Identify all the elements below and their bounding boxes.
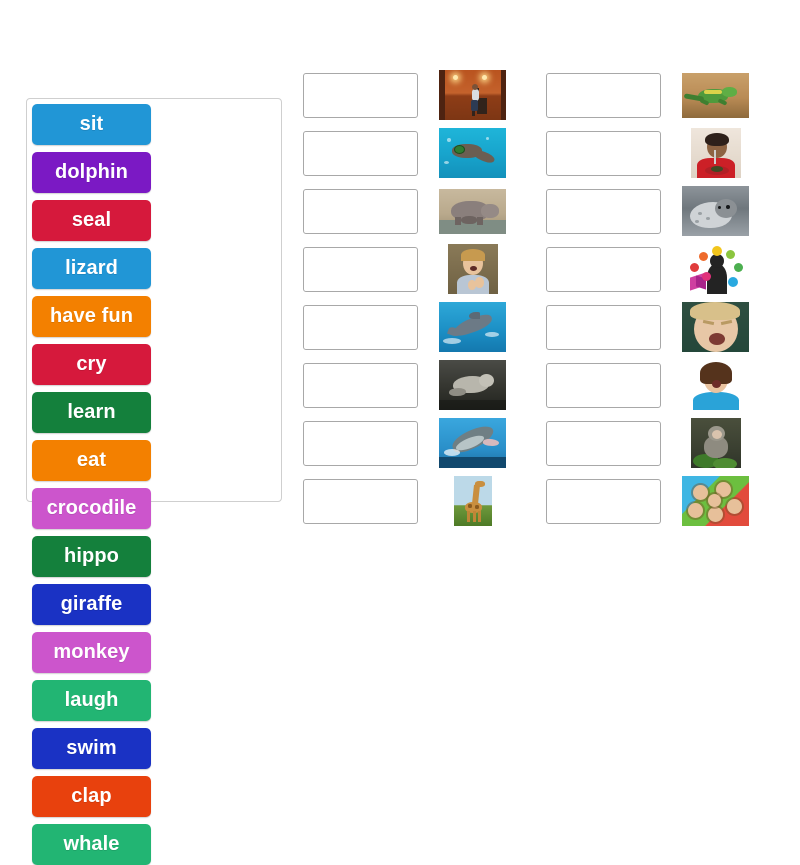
answer-row xyxy=(303,182,515,240)
drop-zone[interactable] xyxy=(303,130,418,176)
answer-row xyxy=(546,356,758,414)
word-tile-sit[interactable]: sit xyxy=(32,104,151,145)
drop-zone[interactable] xyxy=(546,362,661,408)
seal-in-snow-image xyxy=(682,186,749,236)
word-tile-giraffe[interactable]: giraffe xyxy=(32,584,151,625)
drop-zone[interactable] xyxy=(303,72,418,118)
word-tile-monkey[interactable]: monkey xyxy=(32,632,151,673)
crying-child-image xyxy=(682,302,749,352)
drop-zone[interactable] xyxy=(546,246,661,292)
word-tile-crocodile[interactable]: crocodile xyxy=(32,488,151,529)
answer-area xyxy=(303,66,773,531)
word-tile-seal[interactable]: seal xyxy=(32,200,151,241)
drop-zone[interactable] xyxy=(546,420,661,466)
drop-zone[interactable] xyxy=(303,420,418,466)
answer-row xyxy=(303,66,515,124)
boy-clapping-image xyxy=(439,244,506,294)
drop-zone[interactable] xyxy=(546,188,661,234)
answer-column-right xyxy=(546,66,758,530)
drop-zone[interactable] xyxy=(303,478,418,524)
word-tile-dolphin[interactable]: dolphin xyxy=(32,152,151,193)
word-tile-have-fun[interactable]: have fun xyxy=(32,296,151,337)
word-tile-bank[interactable]: sit dolphin seal lizard have fun cry learn eat c… xyxy=(26,98,282,865)
drop-zone[interactable] xyxy=(546,304,661,350)
word-tile-lizard[interactable]: lizard xyxy=(32,248,151,289)
answer-row xyxy=(546,298,758,356)
learning-icons-image xyxy=(682,244,749,294)
word-tile-swim[interactable]: swim xyxy=(32,728,151,769)
children-having-fun-image xyxy=(682,476,749,526)
drop-zone[interactable] xyxy=(546,72,661,118)
word-tile-cry[interactable]: cry xyxy=(32,344,151,385)
drop-zone[interactable] xyxy=(303,304,418,350)
word-tile-laugh[interactable]: laugh xyxy=(32,680,151,721)
answer-row xyxy=(546,66,758,124)
giraffe-image xyxy=(439,476,506,526)
drop-zone[interactable] xyxy=(303,246,418,292)
child-eating-image xyxy=(682,128,749,178)
answer-row xyxy=(303,240,515,298)
drop-zone[interactable] xyxy=(546,478,661,524)
woman-laughing-image xyxy=(682,360,749,410)
drop-zone[interactable] xyxy=(303,188,418,234)
person-swimming-underwater-image xyxy=(439,128,506,178)
answer-row xyxy=(303,472,515,530)
word-tile-learn[interactable]: learn xyxy=(32,392,151,433)
word-tile-whale[interactable]: whale xyxy=(32,824,151,865)
answer-row xyxy=(546,240,758,298)
word-tile-clap[interactable]: clap xyxy=(32,776,151,817)
hippo-image xyxy=(439,188,506,234)
word-tile-hippo[interactable]: hippo xyxy=(32,536,151,577)
seal-swimming-image xyxy=(439,360,506,410)
answer-row xyxy=(546,472,758,530)
monkey-image xyxy=(682,418,749,468)
lizard-image xyxy=(682,72,749,118)
answer-row xyxy=(546,414,758,472)
answer-row xyxy=(303,356,515,414)
dolphin-image xyxy=(439,302,506,352)
answer-row xyxy=(546,182,758,240)
person-sitting-on-chair-image xyxy=(439,70,506,120)
answer-column-left xyxy=(303,66,515,530)
answer-row xyxy=(303,298,515,356)
whale-image xyxy=(439,418,506,468)
drop-zone[interactable] xyxy=(546,130,661,176)
answer-row xyxy=(303,124,515,182)
drop-zone[interactable] xyxy=(303,362,418,408)
word-tile-eat[interactable]: eat xyxy=(32,440,151,481)
answer-row xyxy=(303,414,515,472)
answer-row xyxy=(546,124,758,182)
